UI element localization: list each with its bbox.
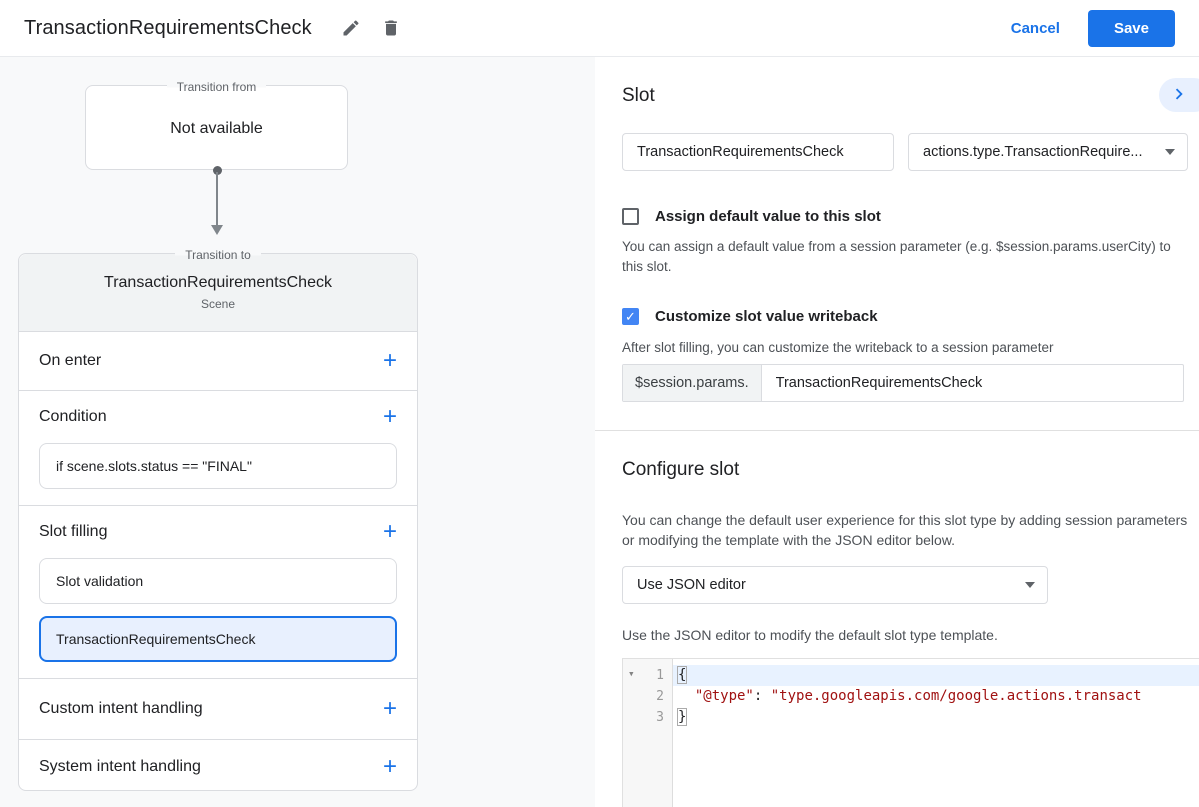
- section-on-enter: On enter +: [19, 332, 417, 391]
- editor-code-area[interactable]: { "@type": "type.googleapis.com/google.a…: [673, 659, 1199, 807]
- editor-mode-value: Use JSON editor: [637, 577, 746, 593]
- section-label: Custom intent handling: [39, 700, 203, 717]
- scene-card: Transition to TransactionRequirementsChe…: [18, 248, 418, 793]
- scene-subtitle: Scene: [200, 297, 236, 311]
- page-title: TransactionRequirementsCheck: [24, 16, 312, 39]
- section-label: Slot filling: [39, 523, 108, 540]
- checkbox-unchecked-icon[interactable]: [622, 208, 639, 225]
- section-label: On enter: [39, 352, 102, 369]
- transition-from-box: Transition from Not available: [85, 80, 348, 170]
- code-line-1: {: [673, 665, 1199, 686]
- section-slot-filling-header: Slot filling +: [19, 506, 417, 558]
- assign-default-checkbox-row[interactable]: Assign default value to this slot: [622, 208, 881, 225]
- section-slot-filling: Slot filling + Slot validation Transacti…: [19, 506, 417, 679]
- session-params-prefix: $session.params.: [623, 365, 762, 401]
- writeback-checkbox-row[interactable]: ✓ Customize slot value writeback: [622, 308, 878, 325]
- writeback-param-field: $session.params.: [622, 364, 1184, 402]
- scene-card-header: TransactionRequirementsCheck Scene: [19, 254, 417, 332]
- delete-icon[interactable]: [380, 17, 402, 39]
- fold-arrow-icon[interactable]: ▾: [628, 667, 635, 680]
- connector-arrowhead-icon: [211, 225, 223, 235]
- checkbox-checked-icon[interactable]: ✓: [622, 308, 639, 325]
- add-on-enter-button[interactable]: +: [383, 349, 397, 373]
- add-custom-intent-button[interactable]: +: [383, 697, 397, 721]
- json-editor-hint: Use the JSON editor to modify the defaul…: [622, 627, 998, 643]
- configure-slot-heading: Configure slot: [622, 459, 740, 480]
- transition-from-label: Transition from: [86, 78, 347, 96]
- configure-slot-description: You can change the default user experien…: [622, 512, 1188, 548]
- collapse-panel-button[interactable]: [1159, 78, 1199, 112]
- line-number: 2: [656, 689, 664, 704]
- add-system-intent-button[interactable]: +: [383, 754, 397, 778]
- slot-validation-item[interactable]: Slot validation: [39, 558, 397, 604]
- section-condition-header: Condition +: [19, 391, 417, 443]
- slot-type-select[interactable]: actions.type.TransactionRequire...: [908, 133, 1188, 171]
- transition-to-label: Transition to: [19, 246, 417, 264]
- code-line-3: }: [676, 708, 688, 726]
- editor-mode-select[interactable]: Use JSON editor: [622, 566, 1048, 604]
- section-system-intent: System intent handling +: [19, 740, 417, 793]
- caret-down-icon: [1165, 149, 1175, 155]
- top-bar: TransactionRequirementsCheck Cancel Save: [0, 0, 1199, 57]
- add-condition-button[interactable]: +: [383, 405, 397, 429]
- scene-name: TransactionRequirementsCheck: [104, 274, 332, 291]
- slot-detail-panel: Slot actions.type.TransactionRequire... …: [595, 57, 1199, 807]
- save-button[interactable]: Save: [1087, 9, 1175, 47]
- edit-icon[interactable]: [340, 17, 362, 39]
- condition-item[interactable]: if scene.slots.status == "FINAL": [39, 443, 397, 489]
- assign-default-description: You can assign a default value from a se…: [622, 239, 1171, 274]
- slot-type-value: actions.type.TransactionRequire...: [923, 144, 1143, 160]
- editor-gutter: ▾ 1 2 3: [623, 659, 673, 807]
- section-condition: Condition + if scene.slots.status == "FI…: [19, 391, 417, 506]
- header-actions: Cancel Save: [1011, 9, 1175, 47]
- transition-from-value: Not available: [170, 120, 263, 137]
- json-code-editor[interactable]: ▾ 1 2 3 { "@type": "type.googleapis.com/…: [622, 658, 1199, 807]
- line-number: 3: [656, 710, 664, 725]
- writeback-description: After slot filling, you can customize th…: [622, 340, 1054, 355]
- connector-line: [216, 172, 218, 227]
- section-custom-intent: Custom intent handling +: [19, 679, 417, 740]
- scene-diagram-panel: Transition from Not available Transition…: [0, 57, 595, 807]
- writeback-label: Customize slot value writeback: [655, 308, 878, 325]
- slot-heading: Slot: [622, 85, 655, 106]
- writeback-param-input[interactable]: [761, 365, 1183, 401]
- section-divider: [595, 430, 1199, 431]
- slot-name-input[interactable]: [622, 133, 894, 171]
- code-line-2: "@type": "type.googleapis.com/google.act…: [694, 688, 1142, 704]
- caret-down-icon: [1025, 582, 1035, 588]
- section-label: System intent handling: [39, 757, 201, 775]
- assign-default-label: Assign default value to this slot: [655, 208, 881, 225]
- add-slot-button[interactable]: +: [383, 520, 397, 544]
- slot-item-selected[interactable]: TransactionRequirementsCheck: [39, 616, 397, 662]
- chevron-right-icon: [1168, 83, 1190, 108]
- section-label: Condition: [39, 408, 107, 425]
- cancel-button[interactable]: Cancel: [1011, 20, 1060, 37]
